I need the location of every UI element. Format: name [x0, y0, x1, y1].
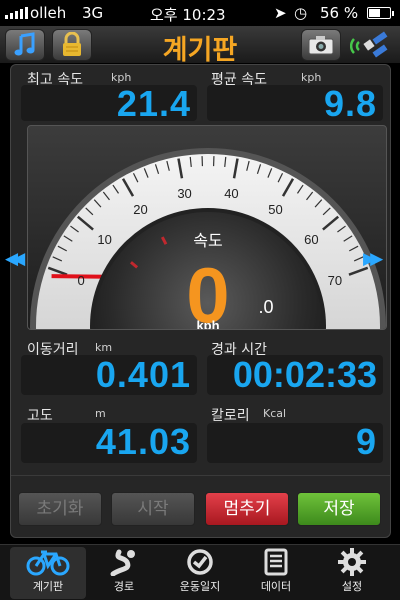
tab-dashboard[interactable]: 계기판	[10, 547, 86, 599]
camera-icon	[308, 36, 334, 55]
next-page-arrow-icon[interactable]: ▶▶	[363, 249, 383, 269]
dial-tick-label: 20	[133, 202, 147, 217]
tab-settings[interactable]: 설정	[314, 547, 390, 599]
reset-button[interactable]: 초기화	[18, 492, 102, 526]
altitude-unit: m	[95, 407, 106, 420]
speed-unit: kph	[196, 318, 219, 330]
save-button[interactable]: 저장	[297, 492, 381, 526]
route-icon	[110, 549, 135, 576]
tab-settings-label: 설정	[341, 580, 363, 593]
gear-icon	[338, 548, 366, 576]
dial-tick-label: 0	[78, 273, 85, 288]
speed-decimal: .0	[258, 297, 273, 317]
clock-icon: ◷	[294, 4, 308, 22]
distance-value: 0.401	[95, 354, 191, 395]
status-time: 오후 10:23	[150, 6, 226, 24]
network-type: 3G	[82, 4, 104, 22]
tab-dashboard-label: 계기판	[32, 580, 64, 593]
carrier-name: olleh	[30, 4, 67, 22]
stop-button[interactable]: 멈추기	[205, 492, 289, 526]
max-speed-value: 21.4	[116, 83, 191, 124]
speedometer-gauge: 0 10 20 30 40 50 60 70 속도 0 .0 kph	[27, 125, 387, 330]
calories-unit: Kcal	[263, 407, 287, 420]
dial-tick-label: 30	[177, 186, 191, 201]
location-arrow-icon: ➤	[274, 4, 287, 22]
tab-data[interactable]: 데이터	[238, 547, 314, 599]
prev-page-arrow-icon[interactable]: ◀◀	[5, 249, 25, 269]
tab-route-label: 경로	[113, 580, 135, 593]
dial-tick-label: 60	[304, 232, 318, 247]
tab-bar: 계기판 경로 운동일지 데이터 설정	[0, 544, 400, 600]
dial-tick-label: 40	[224, 186, 238, 201]
checkmark-circle-icon	[187, 549, 213, 575]
dial-tick-label: 70	[328, 273, 342, 288]
list-icon	[264, 548, 288, 576]
avg-speed-value: 9.8	[323, 83, 377, 124]
tab-workout-log[interactable]: 운동일지	[162, 547, 238, 599]
dashboard-panel: 최고 속도 kph 21.4 평균 속도 kph 9.8 0 10 20 30 40 5	[5, 64, 391, 538]
battery-level-fill	[369, 9, 380, 17]
divider	[11, 475, 390, 476]
battery-icon	[367, 7, 394, 19]
distance-unit: km	[95, 341, 113, 354]
calories-value: 9	[355, 421, 377, 462]
status-bar: olleh 3G 오후 10:23 ➤ ◷ 56 %	[0, 0, 400, 26]
signal-strength-icon	[5, 7, 28, 19]
navigation-header: 계기판	[0, 26, 400, 66]
elapsed-time-value: 00:02:33	[232, 354, 377, 395]
tab-route[interactable]: 경로	[86, 547, 162, 599]
dial-tick-label: 10	[97, 232, 111, 247]
camera-button[interactable]	[301, 29, 341, 61]
tab-data-label: 데이터	[260, 580, 292, 593]
gps-satellite-icon	[349, 29, 394, 61]
start-button[interactable]: 시작	[111, 492, 195, 526]
battery-percentage: 56 %	[320, 4, 359, 22]
bicycle-icon	[26, 550, 70, 576]
altitude-value: 41.03	[95, 421, 191, 462]
dial-tick-label: 50	[268, 202, 282, 217]
speedometer-dial: 0102030 40506070 속도 0 .0 kph	[30, 148, 386, 330]
tab-workout-log-label: 운동일지	[179, 580, 221, 593]
speed-title: 속도	[193, 231, 222, 250]
